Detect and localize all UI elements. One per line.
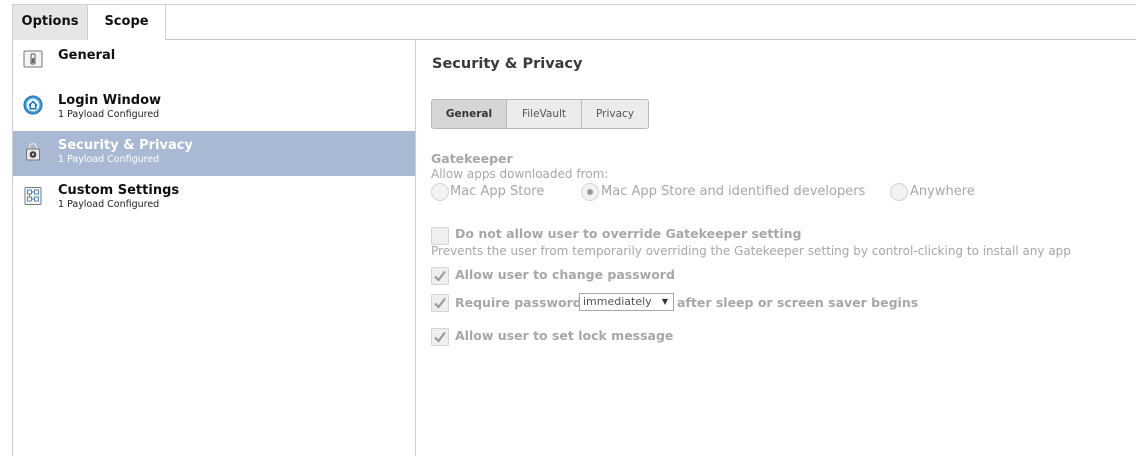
radio-label: Mac App Store and identified developers: [601, 184, 866, 199]
radio-selected-dot: [587, 189, 593, 195]
home-icon: [23, 95, 43, 115]
top-tab-bar: Options Scope: [12, 4, 1136, 40]
require-password-delay-select[interactable]: immediately ▼: [579, 293, 674, 311]
require-password-checkbox[interactable]: [431, 294, 449, 312]
override-gatekeeper-checkbox[interactable]: [431, 227, 449, 245]
gatekeeper-heading: Gatekeeper: [431, 151, 513, 166]
sidebar-item-label: Login Window: [58, 93, 162, 108]
payload-count: 1 Payload Configured: [58, 154, 160, 165]
radio-mac-app-store[interactable]: [431, 183, 449, 201]
radio-label: Anywhere: [910, 184, 975, 199]
override-gatekeeper-description: Prevents the user from temporarily overr…: [431, 244, 1071, 258]
dropdown-arrow-icon: ▼: [661, 297, 668, 306]
payload-detail-panel: Security & Privacy General FileVault Pri…: [417, 40, 1136, 456]
sidebar-item-general[interactable]: General: [13, 40, 415, 85]
lock-icon: [23, 141, 43, 161]
sidebar-item-security-privacy[interactable]: Security & Privacy 1 Payload Configured: [13, 131, 415, 176]
override-gatekeeper-label: Do not allow user to override Gatekeeper…: [455, 226, 802, 241]
checkmark-icon: [434, 270, 446, 282]
tab-options[interactable]: Options: [12, 4, 88, 40]
radio-identified-developers[interactable]: [581, 183, 599, 201]
subtab-privacy[interactable]: Privacy: [582, 100, 648, 128]
radio-label: Mac App Store: [450, 184, 545, 199]
subtab-bar: General FileVault Privacy: [431, 99, 649, 129]
tab-scope[interactable]: Scope: [88, 4, 166, 40]
sidebar-item-label: Custom Settings: [58, 183, 180, 198]
sidebar-item-login-window[interactable]: Login Window 1 Payload Configured: [13, 85, 415, 130]
page-title: Security & Privacy: [432, 56, 583, 72]
payload-count: 1 Payload Configured: [58, 199, 160, 210]
lock-message-checkbox[interactable]: [431, 328, 449, 346]
change-password-label: Allow user to change password: [455, 267, 675, 282]
switch-icon: [23, 49, 43, 69]
subtab-filevault[interactable]: FileVault: [507, 100, 582, 128]
sidebar-item-label: General: [58, 48, 116, 63]
sidebar-item-custom-settings[interactable]: Custom Settings 1 Payload Configured: [13, 176, 415, 221]
subtab-general[interactable]: General: [432, 100, 507, 128]
radio-anywhere[interactable]: [890, 183, 908, 201]
checkmark-icon: [434, 297, 446, 309]
settings-file-icon: [23, 186, 43, 206]
lock-message-label: Allow user to set lock message: [455, 328, 674, 343]
require-password-label: Require password: [455, 295, 582, 310]
select-value: immediately: [583, 295, 652, 308]
sidebar-item-label: Security & Privacy: [58, 138, 193, 153]
payload-sidebar: General Login Window 1 Payload Configure…: [12, 40, 416, 456]
checkmark-icon: [434, 331, 446, 343]
change-password-checkbox[interactable]: [431, 267, 449, 285]
payload-count: 1 Payload Configured: [58, 109, 160, 120]
require-password-suffix: after sleep or screen saver begins: [677, 295, 919, 310]
gatekeeper-subheading: Allow apps downloaded from:: [431, 167, 609, 181]
